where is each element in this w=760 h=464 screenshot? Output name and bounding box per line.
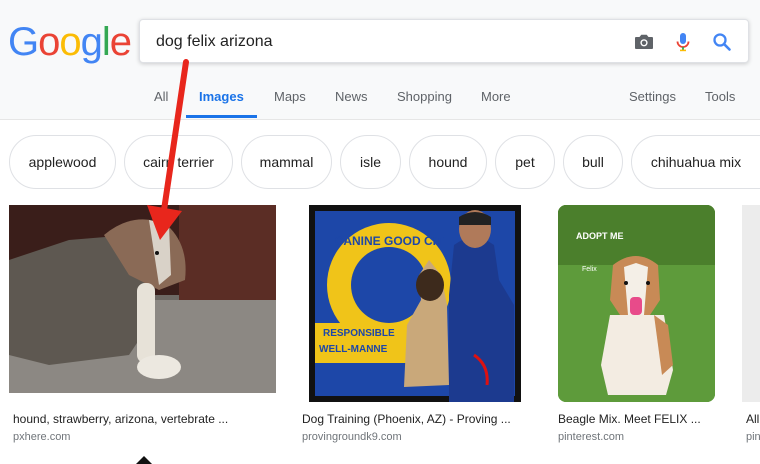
annotation-arrow [147, 59, 189, 240]
